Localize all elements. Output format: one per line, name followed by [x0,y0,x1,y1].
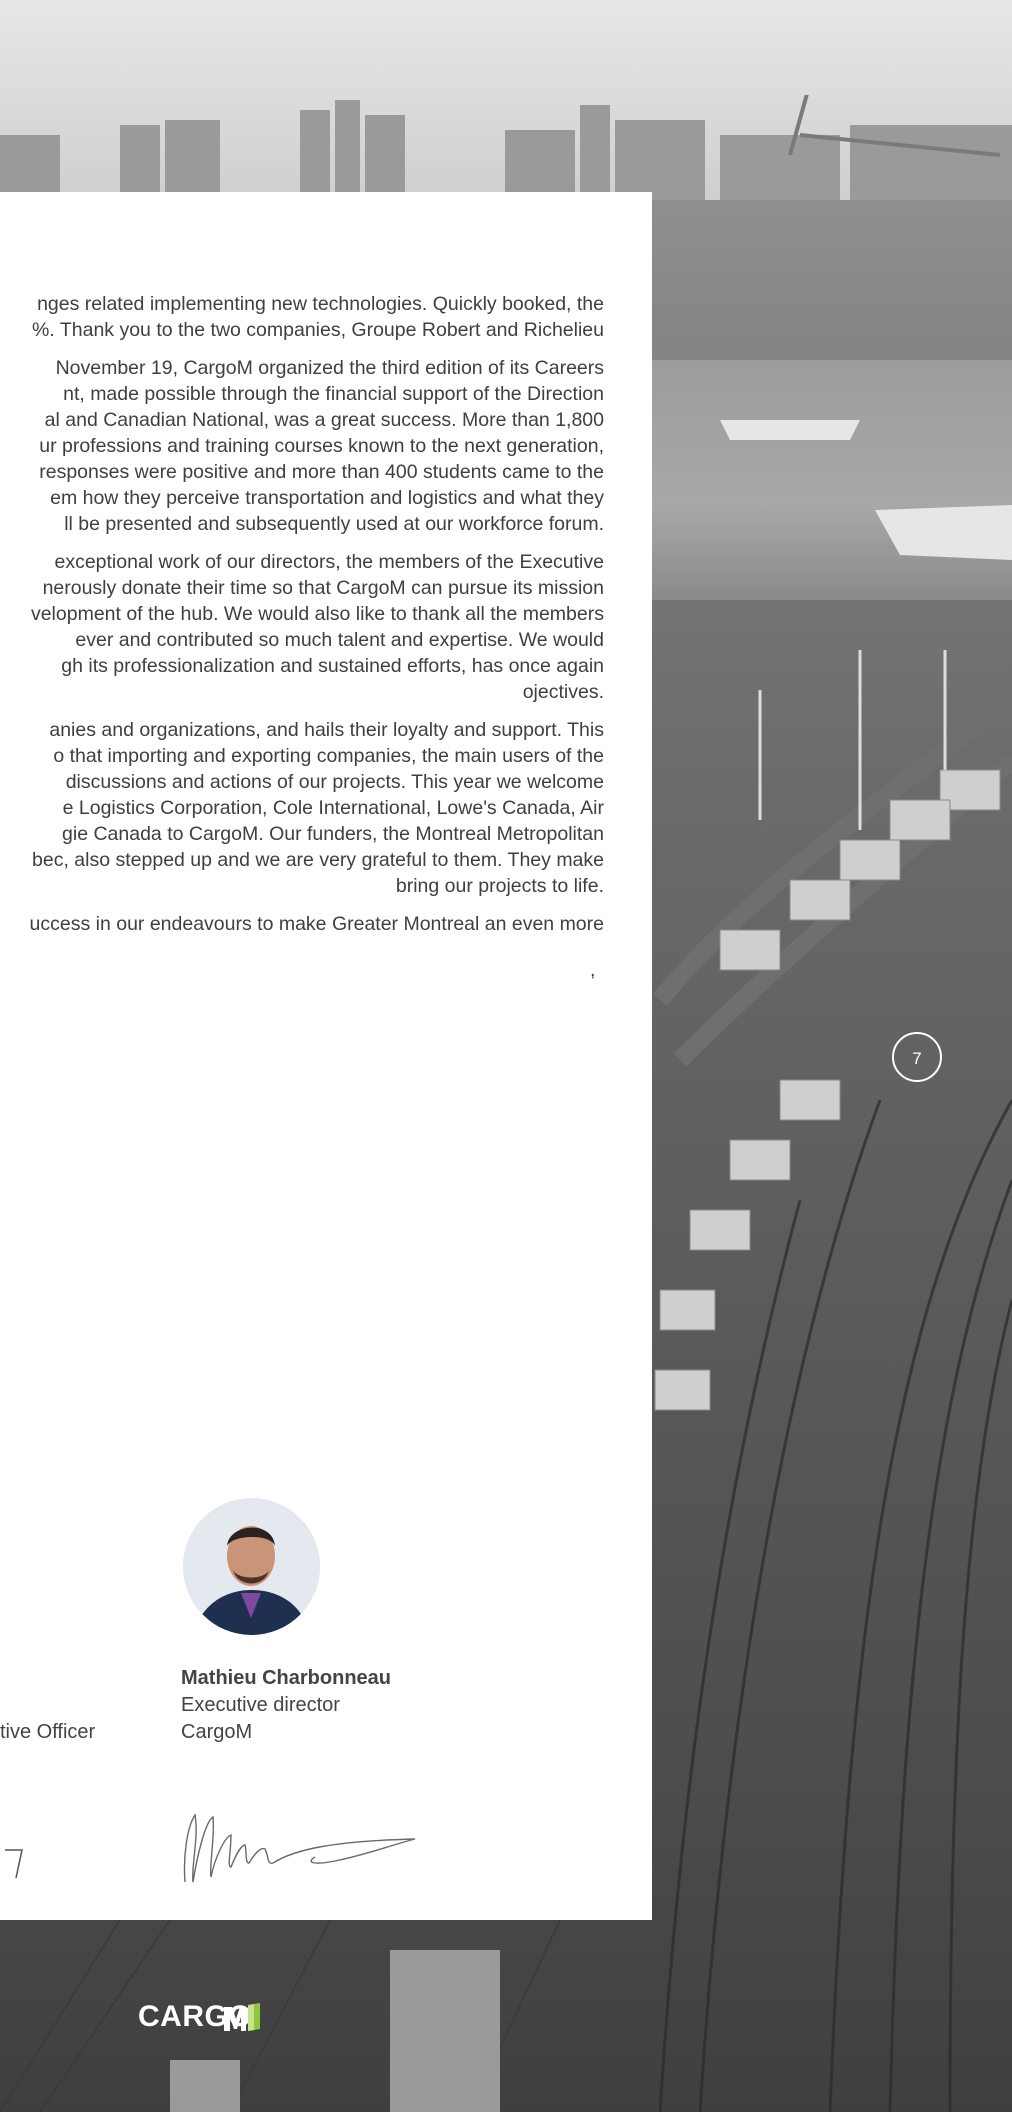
text-line: anies and organizations, and hails their… [49,719,604,741]
text-line: e Logistics Corporation, Cole Internatio… [62,797,604,819]
signatory-organization: CargoM [181,1721,253,1743]
person-avatar-icon [183,1498,320,1635]
text-line: nerously donate their time so that Cargo… [42,577,604,599]
paragraph: exceptional work of our directors, the m… [0,549,604,705]
paragraph: anies and organizations, and hails their… [0,717,604,899]
paragraph: nges related implementing new technologi… [0,291,604,343]
text-line: November 19, CargoM organized the third … [55,357,604,379]
text-line: gh its professionalization and sustained… [61,655,604,677]
letter-body: nges related implementing new technologi… [0,291,604,995]
text-line: , [590,959,596,981]
text-line: em how they perceive transportation and … [50,487,604,509]
page-number-badge: 7 [892,1032,942,1082]
signatory-name: Mathieu Charbonneau [181,1667,392,1689]
text-line: ojectives. [522,681,604,703]
left-signature-fragment [5,1849,23,1879]
paragraph: uccess in our endeavours to make Greater… [0,911,604,937]
text-line: ur professions and training courses know… [39,435,604,457]
text-panel: nges related implementing new technologi… [0,192,652,1920]
signatory-title: Executive director [181,1694,340,1716]
text-line: bring our projects to life. [395,875,604,897]
text-line: discussions and actions of our projects.… [65,771,604,793]
text-line: al and Canadian National, was a great su… [44,409,604,431]
text-line: gie Canada to CargoM. Our funders, the M… [62,823,604,845]
text-line: velopment of the hub. We would also like… [30,603,604,625]
text-line: exceptional work of our directors, the m… [54,551,604,573]
text-line: %. Thank you to the two companies, Group… [32,319,604,341]
paragraph: , [0,957,604,983]
paragraph: November 19, CargoM organized the third … [0,355,604,537]
signatory-block: Mathieu Charbonneau Executive director C… [181,1665,391,1746]
text-line: uccess in our endeavours to make Greater… [29,913,604,935]
text-line: nges related implementing new technologi… [37,293,604,315]
handwritten-signature [183,1813,416,1883]
text-line: o that importing and exporting companies… [53,745,604,767]
portrait-photo [183,1498,320,1635]
text-line: nt, made possible through the financial … [63,383,604,405]
left-signatory-title: tive Officer [0,1721,96,1743]
text-line: ever and contributed so much talent and … [75,629,604,651]
text-line: responses were positive and more than 40… [39,461,604,483]
text-line: ll be presented and subsequently used at… [64,513,604,535]
cargom-logo-mark-icon [224,2003,260,2031]
text-line: bec, also stepped up and we are very gra… [32,849,604,871]
